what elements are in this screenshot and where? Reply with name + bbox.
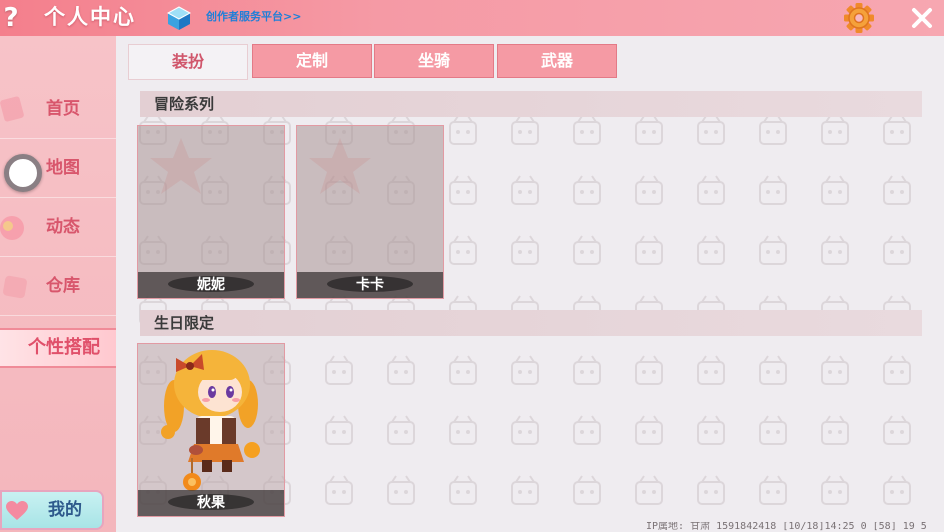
character-art xyxy=(161,350,260,491)
tab-custom[interactable]: 定制 xyxy=(252,44,372,78)
section-title: 生日限定 xyxy=(154,314,215,332)
my-button-label: 我的 xyxy=(48,500,82,520)
creator-platform-link[interactable]: 创作者服务平台>> xyxy=(206,8,301,26)
page-title: 个人中心 xyxy=(44,5,136,29)
close-icon[interactable] xyxy=(908,4,936,32)
star-decor-icon xyxy=(309,138,371,194)
section-header: 冒险系列 xyxy=(140,91,922,117)
gear-icon[interactable] xyxy=(843,2,875,34)
card-name: 妮妮 xyxy=(197,277,225,293)
sidebar-item-label: 地图 xyxy=(46,158,80,178)
card-deco-icon xyxy=(0,96,24,122)
section-header: 生日限定 xyxy=(140,310,922,336)
card-name-bar: 妮妮 xyxy=(138,272,284,298)
sidebar-item-label: 仓库 xyxy=(46,276,80,296)
card-name: 秋果 xyxy=(197,495,225,511)
sidebar-item-home[interactable]: 首页 xyxy=(0,80,116,139)
floating-toggle-button[interactable] xyxy=(4,154,42,192)
sidebar: 首页 地图 动态 仓库 个性搭配 我的 xyxy=(0,36,116,532)
my-profile-button[interactable]: 我的 xyxy=(0,490,104,530)
tab-weapon[interactable]: 武器 xyxy=(497,44,617,78)
outfit-card[interactable]: 秋果 xyxy=(137,343,285,517)
sidebar-item-label: 个性搭配 xyxy=(28,337,100,358)
heart-icon xyxy=(6,501,28,520)
card-name-bar: 秋果 xyxy=(138,490,284,516)
footer-info: IP属地: 甘肃 1591842418 [10/18]14:25 0 [58] … xyxy=(646,522,927,532)
sidebar-item-storage[interactable]: 仓库 xyxy=(0,257,116,316)
sidebar-item-label: 首页 xyxy=(46,99,80,119)
help-icon[interactable]: ? xyxy=(0,2,22,34)
main-content: 装扮 定制 坐骑 武器 冒险系列 妮妮 卡卡 生日限定 秋果 IP属地: 甘肃 … xyxy=(116,36,944,532)
sidebar-item-outfit[interactable]: 个性搭配 xyxy=(0,328,116,368)
header-bar: ? 个人中心 创作者服务平台>> xyxy=(0,0,944,36)
card-name-bar: 卡卡 xyxy=(297,272,443,298)
box-deco-icon xyxy=(3,275,27,299)
star-decor-icon xyxy=(150,138,212,194)
cube-icon[interactable] xyxy=(166,5,192,31)
section-title: 冒险系列 xyxy=(154,95,215,113)
tab-mount[interactable]: 坐骑 xyxy=(374,44,494,78)
outfit-card[interactable]: 妮妮 xyxy=(137,125,285,299)
outfit-card[interactable]: 卡卡 xyxy=(296,125,444,299)
tab-outfit[interactable]: 装扮 xyxy=(128,44,248,80)
heart-deco-icon xyxy=(0,216,24,240)
card-name: 卡卡 xyxy=(356,277,384,293)
sidebar-item-feed[interactable]: 动态 xyxy=(0,198,116,257)
sidebar-item-label: 动态 xyxy=(46,217,80,237)
